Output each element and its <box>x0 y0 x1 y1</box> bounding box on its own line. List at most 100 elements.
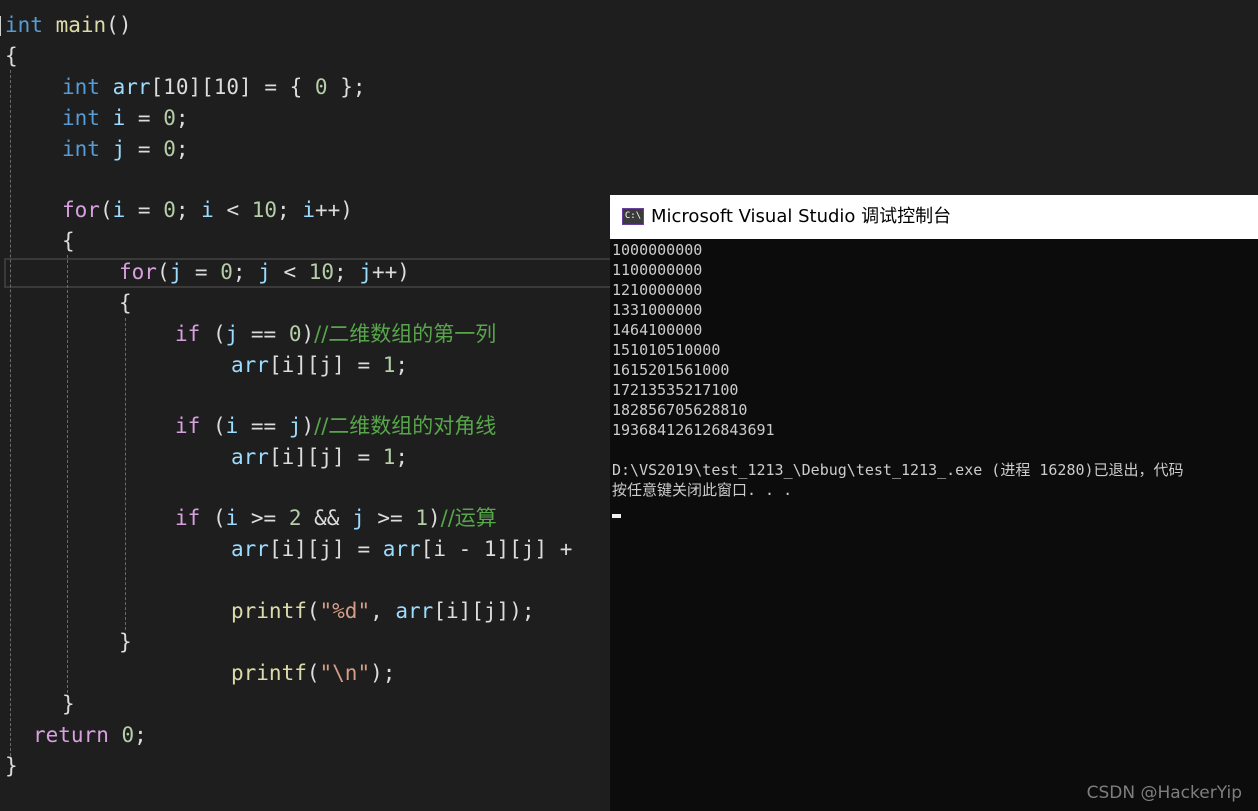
punctuation: ; <box>175 137 189 161</box>
code-line[interactable]: int main() <box>5 10 131 41</box>
number-literal: 0 <box>163 198 176 222</box>
code-line[interactable]: { <box>119 288 132 319</box>
identifier: j <box>352 506 365 530</box>
code-line[interactable]: printf("\n"); <box>231 658 395 689</box>
punctuation: ) <box>301 322 315 346</box>
code-text: && <box>301 506 353 530</box>
identifier: arr <box>231 537 269 561</box>
keyword: if <box>175 322 201 346</box>
punctuation: ( <box>306 661 320 685</box>
string-literal: "\n" <box>319 661 371 685</box>
identifier: j <box>359 260 372 284</box>
code-line[interactable]: int j = 0; <box>62 134 189 165</box>
punctuation: () <box>106 13 132 37</box>
keyword: for <box>62 198 100 222</box>
code-line[interactable]: if (i >= 2 && j >= 1)//运算 <box>175 503 497 534</box>
punctuation: { <box>119 291 132 315</box>
code-line[interactable]: printf("%d", arr[i][j]); <box>231 596 534 627</box>
keyword: int <box>62 106 100 130</box>
code-line[interactable]: } <box>62 689 75 720</box>
identifier: arr <box>231 353 269 377</box>
identifier: arr <box>382 537 421 561</box>
identifier: i <box>112 198 126 222</box>
string-literal: "%d" <box>319 599 371 623</box>
code-text: ; <box>334 260 360 284</box>
output-line: 1464100000 <box>612 321 703 339</box>
number-literal: 1 <box>382 445 396 469</box>
code-line[interactable]: if (i == j)//二维数组的对角线 <box>175 411 496 442</box>
keyword: int <box>62 137 100 161</box>
code-comment: //二维数组的对角线 <box>314 414 497 438</box>
punctuation: ; <box>395 353 409 377</box>
code-comment: //二维数组的第一列 <box>314 322 497 346</box>
code-line[interactable]: int arr[10][10] = { 0 }; <box>62 72 366 103</box>
identifier: j <box>258 260 271 284</box>
punctuation: ( <box>212 414 226 438</box>
identifier: arr <box>112 75 151 99</box>
function-name: printf <box>231 661 307 685</box>
identifier: j <box>288 414 302 438</box>
code-text: < <box>270 260 309 284</box>
code-text: = <box>125 198 164 222</box>
debug-console-window[interactable]: C:\ Microsoft Visual Studio 调试控制台 100000… <box>610 195 1258 811</box>
identifier: i <box>225 506 239 530</box>
text-cursor <box>0 16 1 36</box>
exit-message: D:\VS2019\test_1213_\Debug\test_1213_.ex… <box>612 461 1184 479</box>
punctuation: { <box>62 229 75 253</box>
code-text: ++ <box>314 198 341 222</box>
identifier: arr <box>231 445 269 469</box>
number-literal: 2 <box>288 506 302 530</box>
code-text: , <box>370 599 396 623</box>
code-text: [i][j] <box>268 445 345 469</box>
output-line: 151010510000 <box>612 341 721 359</box>
code-text: [i - 1][j] + <box>420 537 573 561</box>
output-line: 1210000000 <box>612 281 703 299</box>
punctuation: ) <box>427 506 441 530</box>
code-line[interactable]: } <box>5 751 18 782</box>
code-line[interactable]: } <box>119 627 132 658</box>
number-literal: 0 <box>288 322 302 346</box>
number-literal: 0 <box>163 137 176 161</box>
code-line[interactable]: for(j = 0; j < 10; j++) <box>119 257 410 288</box>
identifier: i <box>201 198 214 222</box>
code-text: }; <box>327 75 366 99</box>
code-line[interactable]: { <box>62 226 75 257</box>
number-literal: 10 <box>251 198 278 222</box>
punctuation: { <box>5 44 18 68</box>
code-comment: //运算 <box>440 506 497 530</box>
output-line: 17213535217100 <box>612 381 739 399</box>
output-line: 1331000000 <box>612 301 703 319</box>
code-text: = <box>344 353 383 377</box>
code-text: ++ <box>371 260 398 284</box>
code-line[interactable]: for(i = 0; i < 10; i++) <box>62 195 353 226</box>
number-literal: 0 <box>314 75 328 99</box>
code-text: >= <box>238 506 289 530</box>
console-output[interactable]: 1000000000 1100000000 1210000000 1331000… <box>612 240 1258 500</box>
console-cursor <box>612 514 621 518</box>
punctuation: ; <box>134 723 147 747</box>
punctuation: ( <box>156 260 170 284</box>
code-line[interactable]: if (j == 0)//二维数组的第一列 <box>175 319 496 350</box>
identifier: i <box>112 106 126 130</box>
code-text: = { <box>251 75 315 99</box>
punctuation: ( <box>99 198 113 222</box>
output-line: 182856705628810 <box>612 401 748 419</box>
identifier: i <box>302 198 315 222</box>
indent-guide <box>125 318 126 630</box>
code-line[interactable]: int i = 0; <box>62 103 189 134</box>
keyword: for <box>119 260 157 284</box>
code-line[interactable]: arr[i][j] = 1; <box>231 442 408 473</box>
code-line[interactable]: arr[i][j] = arr[i - 1][j] + <box>231 534 572 565</box>
console-title-bar[interactable]: C:\ Microsoft Visual Studio 调试控制台 <box>610 195 1258 239</box>
code-text: ; <box>232 260 259 284</box>
keyword: if <box>175 506 201 530</box>
code-line[interactable]: { <box>5 41 18 72</box>
code-line[interactable]: arr[i][j] = 1; <box>231 350 408 381</box>
code-text: = <box>344 537 383 561</box>
code-text: [i][j] <box>433 599 510 623</box>
punctuation: ; <box>175 106 189 130</box>
keyword: int <box>5 13 43 37</box>
punctuation: ( <box>212 322 226 346</box>
code-line[interactable]: return 0; <box>33 720 147 751</box>
identifier: i <box>225 414 239 438</box>
